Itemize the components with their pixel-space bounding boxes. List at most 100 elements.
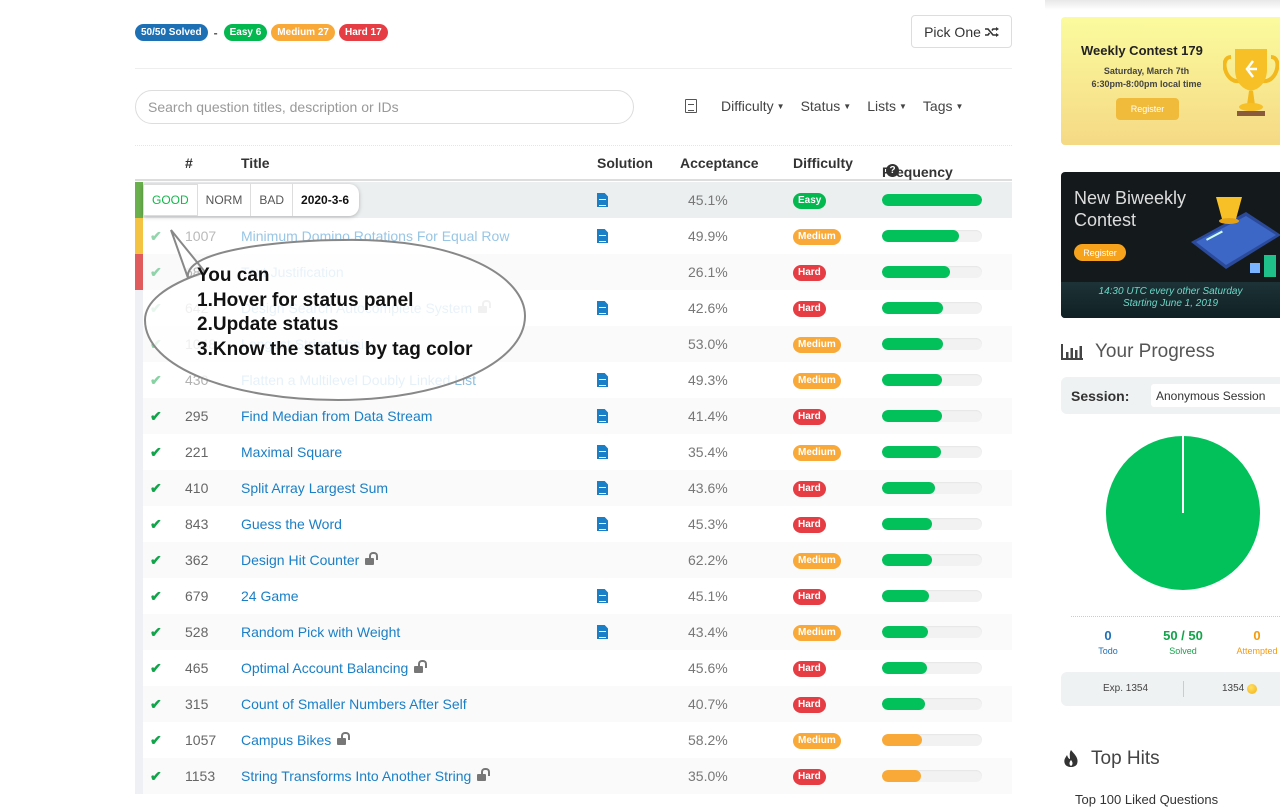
problem-title-link[interactable]: Campus Bikes [241,732,351,748]
solved-check-icon: ✔ [150,336,162,352]
table-header: # Title Solution Acceptance Difficulty F… [135,146,1012,181]
difficulty-badge: Medium [793,445,841,461]
solution-icon[interactable] [597,409,608,423]
solution-icon[interactable] [597,481,608,495]
header-acceptance[interactable]: Acceptance [680,155,759,171]
status-good-button[interactable]: GOOD [143,184,198,216]
progress-pie-chart [1106,435,1260,590]
difficulty-badge: Medium [793,229,841,245]
progress-heading: Your Progress [1061,341,1215,363]
acceptance-rate: 42.6% [688,300,728,316]
acceptance-rate: 35.4% [688,444,728,460]
difficulty-badge: Hard [793,661,826,677]
frequency-fill [882,770,921,782]
search-input[interactable] [135,90,634,124]
frequency-fill [882,482,935,494]
session-select[interactable]: Anonymous Session [1151,384,1280,407]
header-title[interactable]: Title [241,155,270,171]
filter-bar: Difficulty ▼ Status ▼ Lists ▼ Tags ▼ [685,98,979,114]
solution-icon[interactable] [597,445,608,459]
hard-badge: Hard 17 [338,24,388,41]
unlock-icon [477,768,491,781]
solution-icon[interactable] [597,589,608,603]
caret-down-icon: ▼ [899,101,907,111]
filter-difficulty[interactable]: Difficulty ▼ [721,98,785,114]
solved-count[interactable]: 50 / 50 Solved [1153,628,1213,656]
frequency-bar [882,518,982,530]
biweekly-contest-card[interactable]: New Biweekly Contest Register 14:30 UTC … [1061,172,1280,318]
solved-check-icon: ✔ [150,480,162,496]
problem-title-link[interactable]: Find Median from Data Stream [241,408,432,424]
problem-title-link[interactable]: 24 Game [241,588,299,604]
header-num[interactable]: # [185,155,193,171]
difficulty-badge: Hard [793,589,826,605]
acceptance-rate: 45.6% [688,660,728,676]
problem-title-link[interactable]: String Transforms Into Another String [241,768,491,784]
difficulty-badge: Hard [793,265,826,281]
problem-number: 1153 [185,768,216,784]
table-row: ✔ 295 Find Median from Data Stream 41.4% Har… [135,398,1012,434]
table-row: ✔ 1007 Minimum Domino Rotations For Equal … [135,218,1012,254]
solved-check-icon: ✔ [150,768,162,784]
session-label: Session: [1071,388,1130,404]
difficulty-badge: Medium [793,373,841,389]
difficulty-badge: Hard [793,769,826,785]
table-row: ✔ 430 Flatten a Multilevel Doubly Linked L… [135,362,1012,398]
problem-title-link[interactable]: Flatten a Multilevel Doubly Linked List [241,372,476,388]
solution-icon[interactable] [597,517,608,531]
attempted-count[interactable]: 0 Attempted [1231,628,1280,656]
problem-title-link[interactable]: Random Pick with Weight [241,624,400,640]
filter-lists[interactable]: Lists ▼ [867,98,907,114]
difficulty-badge: Medium [793,733,841,749]
problem-title-link[interactable]: Maximal Square [241,444,342,460]
unlock-icon [414,660,428,673]
problem-number: 295 [185,408,209,424]
acceptance-rate: 45.1% [688,192,728,208]
caret-down-icon: ▼ [843,101,852,111]
weekly-contest-card[interactable]: Weekly Contest 179 Saturday, March 7th 6… [1061,17,1280,145]
table-row: ✔ 528 Random Pick with Weight 43.4% Medium [135,614,1012,650]
pick-one-label: Pick One [924,23,981,40]
status-norm-button[interactable]: NORM [198,184,252,216]
filter-status[interactable]: Status ▼ [801,98,852,114]
header-difficulty[interactable]: Difficulty [793,155,853,171]
divider [1071,616,1280,617]
status-bad-button[interactable]: BAD [251,184,294,216]
coin-balance: 1354 [1222,683,1258,694]
top-hits-heading: Top Hits [1061,748,1160,770]
frequency-fill [882,374,942,386]
difficulty-badge: Hard [793,409,826,425]
problem-title-link[interactable]: Count of Smaller Numbers After Self [241,696,467,712]
header-solution[interactable]: Solution [597,155,653,171]
weekly-register-button[interactable]: Register [1116,98,1179,120]
biweekly-register-button[interactable]: Register [1074,244,1126,261]
problem-title-link[interactable]: Split Array Largest Sum [241,480,388,496]
problem-title-link[interactable]: Design Hit Counter [241,552,379,568]
problem-title-link[interactable]: Guess the Word [241,516,342,532]
solution-icon[interactable] [597,229,608,243]
weekly-title: Weekly Contest 179 [1081,43,1203,58]
todo-count[interactable]: 0 Todo [1083,628,1133,656]
pick-one-button[interactable]: Pick One [911,15,1012,48]
weekly-date: Saturday, March 7th 6:30pm-8:00pm local … [1091,66,1202,89]
caret-down-icon: ▼ [955,101,964,111]
frequency-bar [882,338,982,350]
solution-icon[interactable] [597,193,608,207]
solution-icon[interactable] [597,625,608,639]
problem-title-link[interactable]: Minimum Domino Rotations For Equal Row [241,228,509,244]
solution-icon[interactable] [597,301,608,315]
document-icon[interactable] [685,99,697,113]
solution-icon[interactable] [597,373,608,387]
frequency-bar [882,482,982,494]
help-icon[interactable]: ? [886,164,899,177]
table-row: ✔ 221 Maximal Square 35.4% Medium [135,434,1012,470]
difficulty-badge: Medium [793,625,841,641]
filter-tags[interactable]: Tags ▼ [923,98,964,114]
solved-check-icon: ✔ [150,516,162,532]
table-row: ✔ 465 Optimal Account Balancing 45.6% Hard [135,650,1012,686]
frequency-fill [882,698,925,710]
shadow [1045,0,1280,10]
problem-number: 843 [185,516,209,532]
solved-check-icon: ✔ [150,300,162,316]
problem-title-link[interactable]: Optimal Account Balancing [241,660,428,676]
